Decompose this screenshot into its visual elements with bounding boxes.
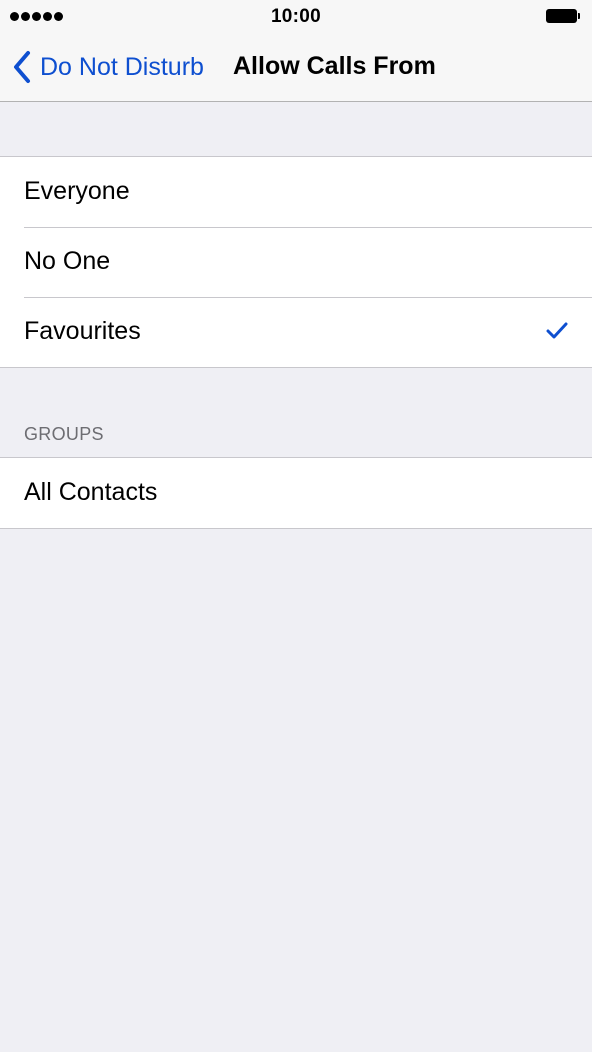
option-favourites[interactable]: Favourites [0, 297, 592, 367]
section-header-groups: GROUPS [24, 424, 104, 444]
battery-icon [546, 9, 580, 23]
status-time: 10:00 [270, 6, 322, 27]
option-everyone[interactable]: Everyone [0, 157, 592, 227]
group-label: All Contacts [24, 478, 158, 506]
option-label: No One [24, 247, 111, 275]
navigation-bar: Do Not Disturb Allow Calls From [0, 34, 592, 102]
group-all-contacts[interactable]: All Contacts [0, 458, 592, 528]
back-button[interactable]: Do Not Disturb [12, 48, 204, 86]
status-bar: 10:00 [0, 0, 592, 34]
option-label: Everyone [24, 177, 130, 205]
screen: 10:00 Do Not Disturb Allow Calls From Ev… [0, 0, 592, 1052]
allow-calls-options: Everyone No One Favourites [0, 156, 592, 368]
checkmark-icon [546, 322, 568, 339]
option-label: Favourites [24, 317, 141, 345]
back-button-label: Do Not Disturb [40, 52, 204, 81]
page-title: Allow Calls From [233, 52, 436, 80]
chevron-left-icon [14, 51, 30, 83]
option-no-one[interactable]: No One [0, 227, 592, 297]
groups-list: All Contacts [0, 457, 592, 529]
